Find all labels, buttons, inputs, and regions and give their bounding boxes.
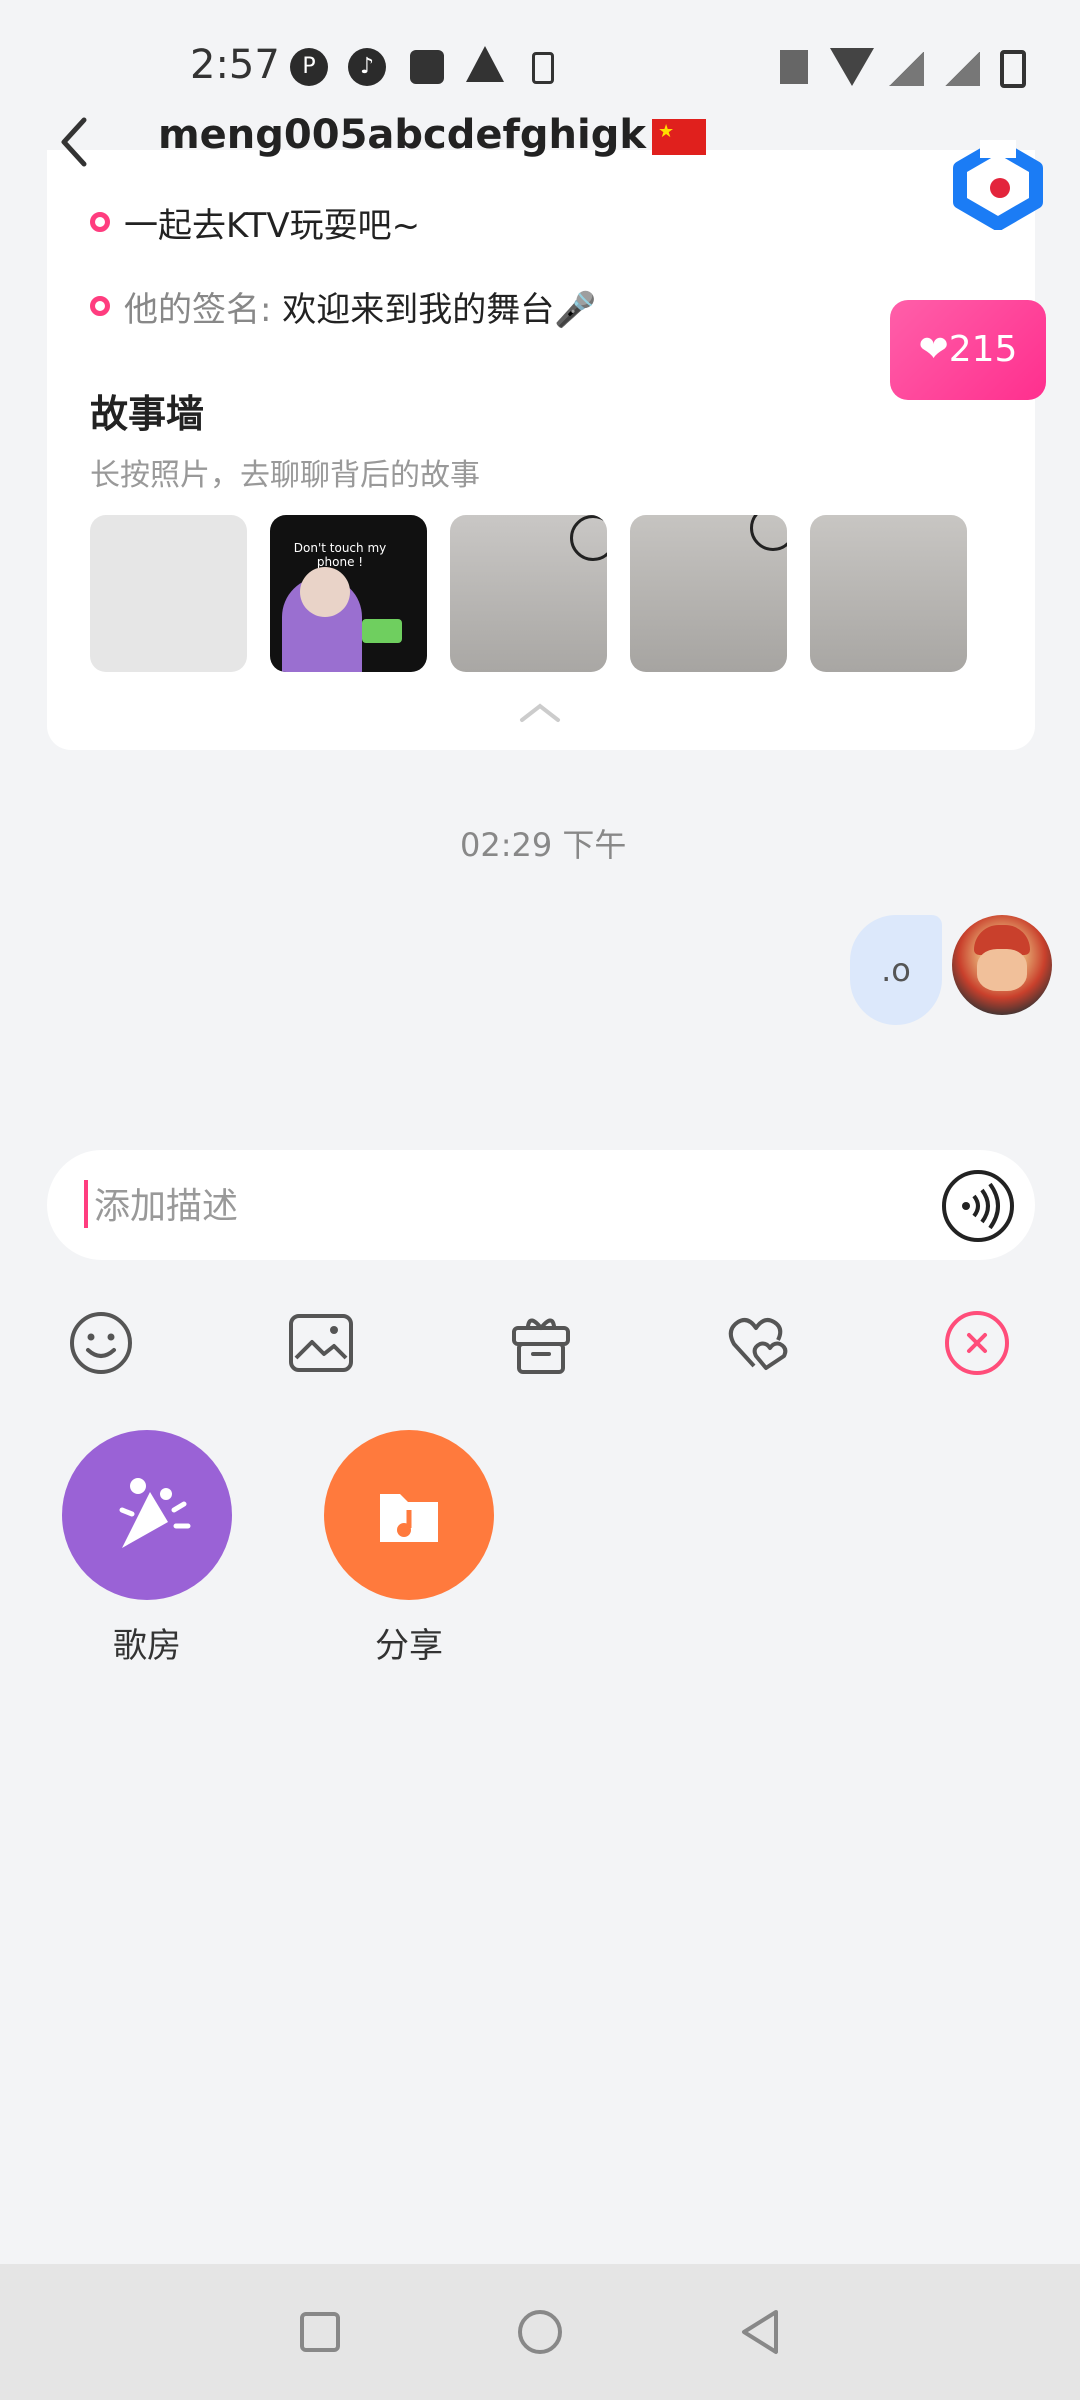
- download-icon: [532, 52, 554, 84]
- profile-line-1: 一起去KTV玩耍吧~: [124, 206, 421, 246]
- avatar-face: [977, 949, 1027, 991]
- story-photo-2[interactable]: Don't touch my phone !: [270, 515, 427, 672]
- karaoke-icon: [119, 1478, 191, 1548]
- no-signal-icon-2: [944, 52, 980, 86]
- voice-wave-icon: [942, 1170, 1014, 1242]
- story-photo-1[interactable]: [90, 515, 247, 672]
- hearts-badge[interactable]: ❤215: [890, 300, 1046, 400]
- signature-text: 欢迎来到我的舞台🎤: [271, 290, 597, 330]
- story-photo-4[interactable]: [630, 515, 787, 672]
- cable-shape: [570, 515, 607, 561]
- story-wall-title: 故事墙: [90, 392, 205, 436]
- image-icon: [289, 1314, 353, 1372]
- double-heart-icon: [728, 1318, 788, 1370]
- cable-shape: [750, 515, 787, 551]
- gift-icon: [512, 1318, 570, 1374]
- vibrate-icon: [780, 50, 808, 84]
- warning-icon: [466, 46, 504, 82]
- image-button[interactable]: [286, 1308, 356, 1378]
- message-bubble[interactable]: .o: [850, 915, 942, 1025]
- back-button[interactable]: [50, 112, 100, 172]
- emoji-icon: [70, 1312, 132, 1374]
- message-input[interactable]: [92, 1168, 896, 1244]
- gift-button[interactable]: [506, 1308, 576, 1378]
- app-logo-icon[interactable]: [950, 139, 1046, 231]
- share-folder-icon: [380, 1494, 438, 1542]
- no-signal-icon-1: [888, 52, 924, 86]
- close-circle-icon: [945, 1311, 1009, 1375]
- back-nav-icon[interactable]: [738, 2308, 782, 2360]
- intimacy-button[interactable]: [724, 1308, 794, 1378]
- signature-line: 他的签名: 欢迎来到我的舞台🎤: [124, 282, 597, 331]
- wifi-icon: [830, 48, 874, 86]
- emoji-button[interactable]: [66, 1308, 136, 1378]
- battery-icon: [1000, 50, 1026, 88]
- status-time: 2:57: [190, 42, 280, 88]
- close-panel-button[interactable]: [942, 1308, 1012, 1378]
- share-button[interactable]: [324, 1430, 494, 1600]
- contact-name: meng005abcdefghigk: [158, 112, 706, 158]
- chat-timestamp: 02:29 下午: [460, 826, 627, 864]
- hearts-icon: ❤: [918, 329, 949, 370]
- meme-face: [300, 567, 350, 617]
- recent-apps-icon[interactable]: [300, 2312, 340, 2352]
- hearts-count: 215: [948, 329, 1018, 370]
- karaoke-room-label: 歌房: [113, 1626, 181, 1666]
- collapse-chevron-icon[interactable]: [518, 700, 562, 724]
- bullet-icon: [90, 212, 110, 232]
- voice-input-button[interactable]: [940, 1168, 1016, 1244]
- bullet-icon: [90, 296, 110, 316]
- back-arrow-icon: [61, 117, 87, 167]
- share-label: 分享: [375, 1626, 443, 1666]
- text-cursor: [84, 1180, 88, 1228]
- karaoke-room-button[interactable]: [62, 1430, 232, 1600]
- my-avatar[interactable]: [952, 915, 1052, 1015]
- contact-name-text: meng005abcdefghigk: [158, 112, 646, 158]
- status-bar: 2:57 P ♪: [0, 0, 1080, 110]
- story-wall-subtitle: 长按照片，去聊聊背后的故事: [90, 458, 480, 493]
- home-icon[interactable]: [518, 2310, 562, 2354]
- meme-caption: Don't touch my phone !: [293, 541, 387, 569]
- story-photo-3[interactable]: [450, 515, 607, 672]
- meme-phone: [362, 619, 402, 643]
- china-flag-icon: [651, 119, 706, 155]
- app-notification-icon: P: [290, 48, 328, 86]
- system-nav-bar: [0, 2264, 1080, 2400]
- tiktok-icon: ♪: [348, 48, 386, 86]
- news-icon: [410, 50, 444, 84]
- story-photo-5[interactable]: [810, 515, 967, 672]
- signature-label: 他的签名:: [124, 290, 272, 330]
